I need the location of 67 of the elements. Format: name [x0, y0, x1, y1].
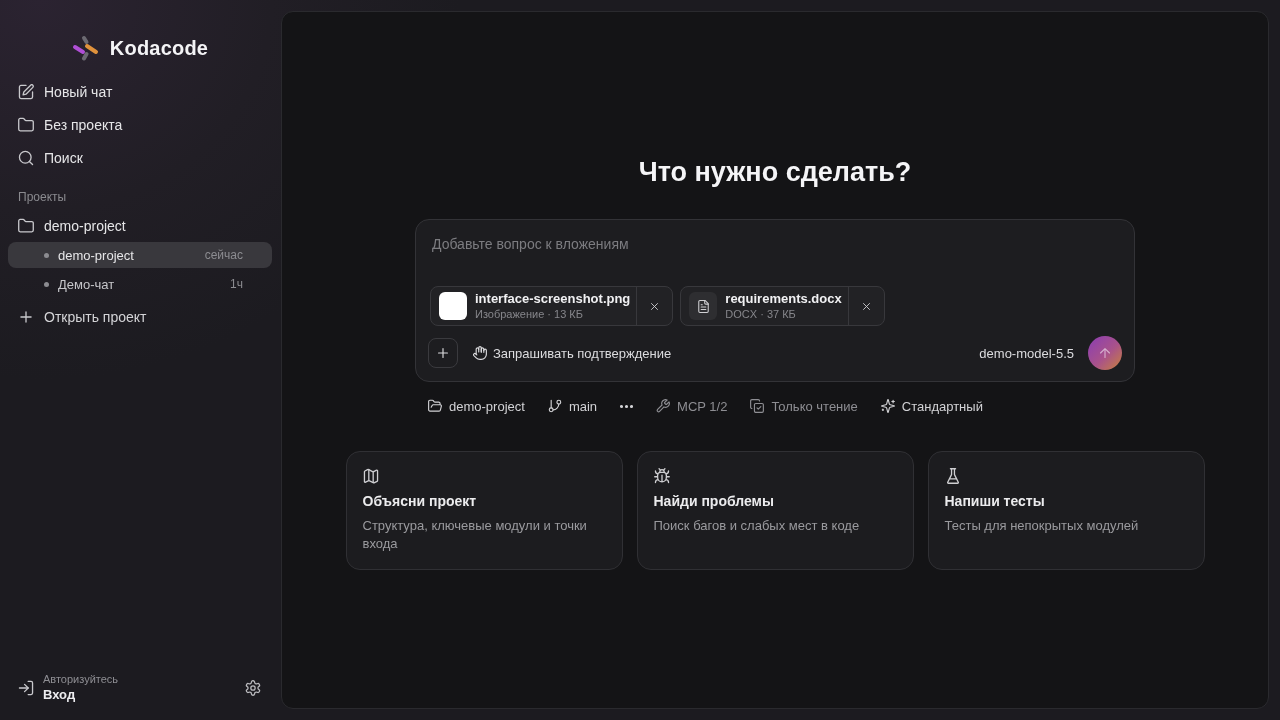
chat-item[interactable]: Демо-чат 1ч — [8, 271, 272, 297]
login-link[interactable]: Вход — [43, 686, 76, 703]
branch-selector[interactable]: main — [547, 398, 598, 414]
nav-item[interactable]: Поиск — [8, 141, 272, 174]
sign-in-icon — [18, 680, 34, 696]
send-button[interactable] — [1088, 336, 1122, 370]
dot-icon — [44, 252, 49, 258]
card-description: Тесты для непокрытых модулей — [944, 517, 1139, 535]
map-icon — [362, 468, 379, 484]
mode-selector[interactable]: Стандартный — [880, 398, 983, 414]
more-icon — [620, 403, 634, 409]
read-only-toggle[interactable]: Только чтение — [750, 398, 858, 414]
file-icon — [689, 292, 718, 320]
auth-caption: Авторизуйтесь — [43, 673, 120, 686]
suggestion-card[interactable]: Напиши тесты Тесты для непокрытых модулей — [927, 451, 1205, 570]
plus-icon — [436, 346, 450, 360]
chat-title: Демо-чат — [58, 276, 116, 292]
card-description: Структура, ключевые модули и точки входа — [362, 517, 588, 553]
file-meta: DOCX · 37 КБ — [725, 307, 797, 321]
close-icon — [649, 300, 661, 312]
chat-title: demo-project — [58, 247, 135, 263]
nav-item[interactable]: Без проекта — [8, 108, 272, 141]
copy-check-icon — [750, 399, 765, 413]
branch-icon — [547, 399, 562, 413]
logo-icon — [71, 35, 100, 61]
settings-icon — [245, 680, 261, 696]
card-title: Напиши тесты — [944, 492, 1045, 510]
more-button[interactable] — [620, 403, 634, 409]
square-pen-icon — [18, 83, 34, 100]
file-meta: Изображение · 13 КБ — [475, 307, 584, 321]
search-icon — [18, 149, 34, 166]
folder-icon — [18, 116, 34, 133]
open-project-item[interactable]: Открыть проект — [8, 300, 272, 333]
page-heading: Что нужно сделать? — [638, 156, 912, 189]
plus-icon — [18, 308, 34, 325]
nav-item[interactable]: Новый чат — [8, 75, 272, 108]
chat-time: 1ч — [230, 277, 243, 291]
wrench-icon — [656, 399, 671, 413]
suggestion-card[interactable]: Объясни проект Структура, ключевые модули и точки входа — [345, 451, 623, 570]
chat-time: сейчас — [204, 248, 243, 262]
card-description: Поиск багов и слабых мест в коде — [653, 517, 860, 535]
bug-icon — [653, 468, 670, 484]
close-icon — [860, 300, 872, 312]
add-button[interactable] — [428, 338, 458, 368]
card-title: Найди проблемы — [653, 492, 774, 510]
folder-icon — [18, 217, 34, 234]
mcp-button[interactable]: MCP 1/2 — [656, 398, 728, 414]
file-name: requirements.docx — [725, 291, 842, 307]
dot-icon — [44, 281, 49, 287]
hand-icon — [473, 346, 487, 360]
settings-button[interactable] — [245, 680, 261, 696]
file-name: interface-screenshot.png — [475, 291, 631, 307]
flask-icon — [944, 468, 961, 484]
approval-toggle[interactable]: Запрашивать подтверждение — [473, 345, 672, 361]
section-label: Проекты — [18, 189, 68, 205]
project-selector[interactable]: demo-project — [428, 398, 525, 414]
card-title: Объясни проект — [362, 492, 477, 510]
project-item[interactable]: demo-project — [8, 209, 272, 242]
logo-wordmark: Kodacode — [109, 36, 209, 60]
sparkle-icon — [880, 399, 895, 413]
model-selector[interactable]: demo-model-5.5 — [979, 345, 1074, 361]
chat-item[interactable]: demo-project сейчас — [8, 242, 272, 268]
message-input[interactable]: Добавьте вопрос к вложениям — [430, 234, 1122, 276]
image-thumbnail — [439, 292, 467, 320]
folder-icon — [428, 399, 442, 413]
arrow-up-icon — [1098, 346, 1112, 360]
suggestion-card[interactable]: Найди проблемы Поиск багов и слабых мест в коде — [636, 451, 914, 570]
